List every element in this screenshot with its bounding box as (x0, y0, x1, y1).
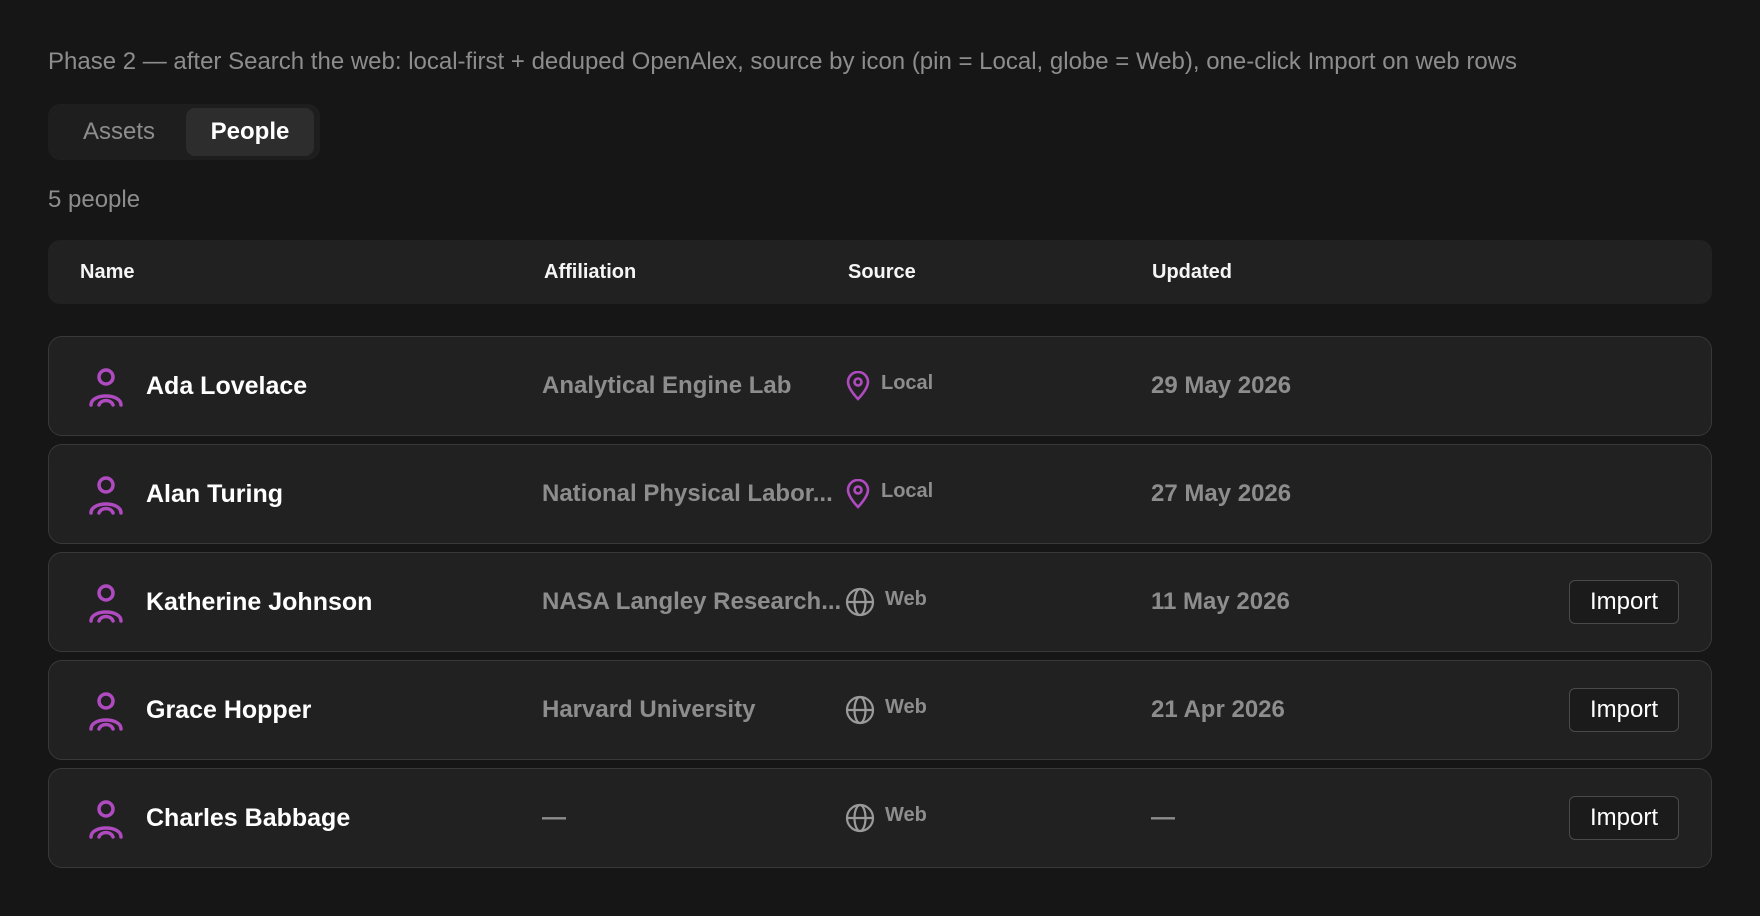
column-header-affiliation[interactable]: Affiliation (544, 240, 636, 304)
source-indicator: Web (845, 661, 927, 759)
import-button[interactable]: Import (1569, 688, 1679, 732)
table-row[interactable]: Charles Babbage — Web — Import (48, 768, 1712, 868)
map-pin-icon (846, 371, 870, 401)
person-name[interactable]: Ada Lovelace (146, 337, 307, 435)
table-row[interactable]: Alan Turing National Physical Labor... L… (48, 444, 1712, 544)
source-indicator: Local (845, 445, 933, 543)
updated-date: — (1151, 804, 1175, 831)
person-name[interactable]: Grace Hopper (146, 661, 311, 759)
person-name[interactable]: Katherine Johnson (146, 553, 372, 651)
tab-assets[interactable]: Assets (52, 108, 186, 156)
person-icon (89, 584, 123, 623)
person-icon (89, 368, 123, 407)
affiliation: NASA Langley Research... (542, 588, 842, 615)
globe-icon (845, 803, 875, 833)
globe-icon (845, 695, 875, 725)
people-page: Phase 2 — after Search the web: local-fi… (0, 0, 1760, 916)
table-row[interactable]: Katherine Johnson NASA Langley Research.… (48, 552, 1712, 652)
person-icon (89, 800, 123, 839)
map-pin-icon (846, 479, 870, 509)
affiliation: Harvard University (542, 696, 756, 723)
column-header-name[interactable]: Name (80, 240, 134, 304)
column-header-updated[interactable]: Updated (1152, 240, 1232, 304)
people-count: 5 people (48, 186, 141, 213)
table-row[interactable]: Grace Hopper Harvard University Web 21 A… (48, 660, 1712, 760)
affiliation: National Physical Labor... (542, 480, 833, 507)
updated-date: 29 May 2026 (1151, 372, 1292, 399)
source-indicator: Local (845, 337, 933, 435)
person-icon (89, 476, 123, 515)
updated-date: 27 May 2026 (1151, 480, 1292, 507)
source-label: Local (881, 371, 934, 394)
import-button[interactable]: Import (1569, 796, 1679, 840)
updated-date: 11 May 2026 (1151, 588, 1290, 615)
tab-people[interactable]: People (186, 108, 314, 156)
source-indicator: Web (845, 553, 927, 651)
affiliation: Analytical Engine Lab (542, 372, 792, 399)
table-row[interactable]: Ada Lovelace Analytical Engine Lab Local… (48, 336, 1712, 436)
updated-date: 21 Apr 2026 (1151, 696, 1285, 723)
affiliation: — (542, 804, 566, 831)
view-tab-switcher: Assets People (48, 104, 320, 160)
person-icon (89, 692, 123, 731)
source-label: Web (885, 587, 927, 610)
source-label: Web (885, 695, 927, 718)
source-indicator: Web (845, 769, 927, 867)
globe-icon (845, 587, 875, 617)
person-name[interactable]: Alan Turing (146, 445, 283, 543)
person-name[interactable]: Charles Babbage (146, 769, 350, 867)
source-label: Web (885, 803, 927, 826)
import-button[interactable]: Import (1569, 580, 1679, 624)
column-header-source[interactable]: Source (848, 240, 916, 304)
table-header: Name Affiliation Source Updated (48, 240, 1712, 304)
source-label: Local (881, 479, 934, 502)
phase-caption: Phase 2 — after Search the web: local-fi… (48, 48, 1517, 75)
